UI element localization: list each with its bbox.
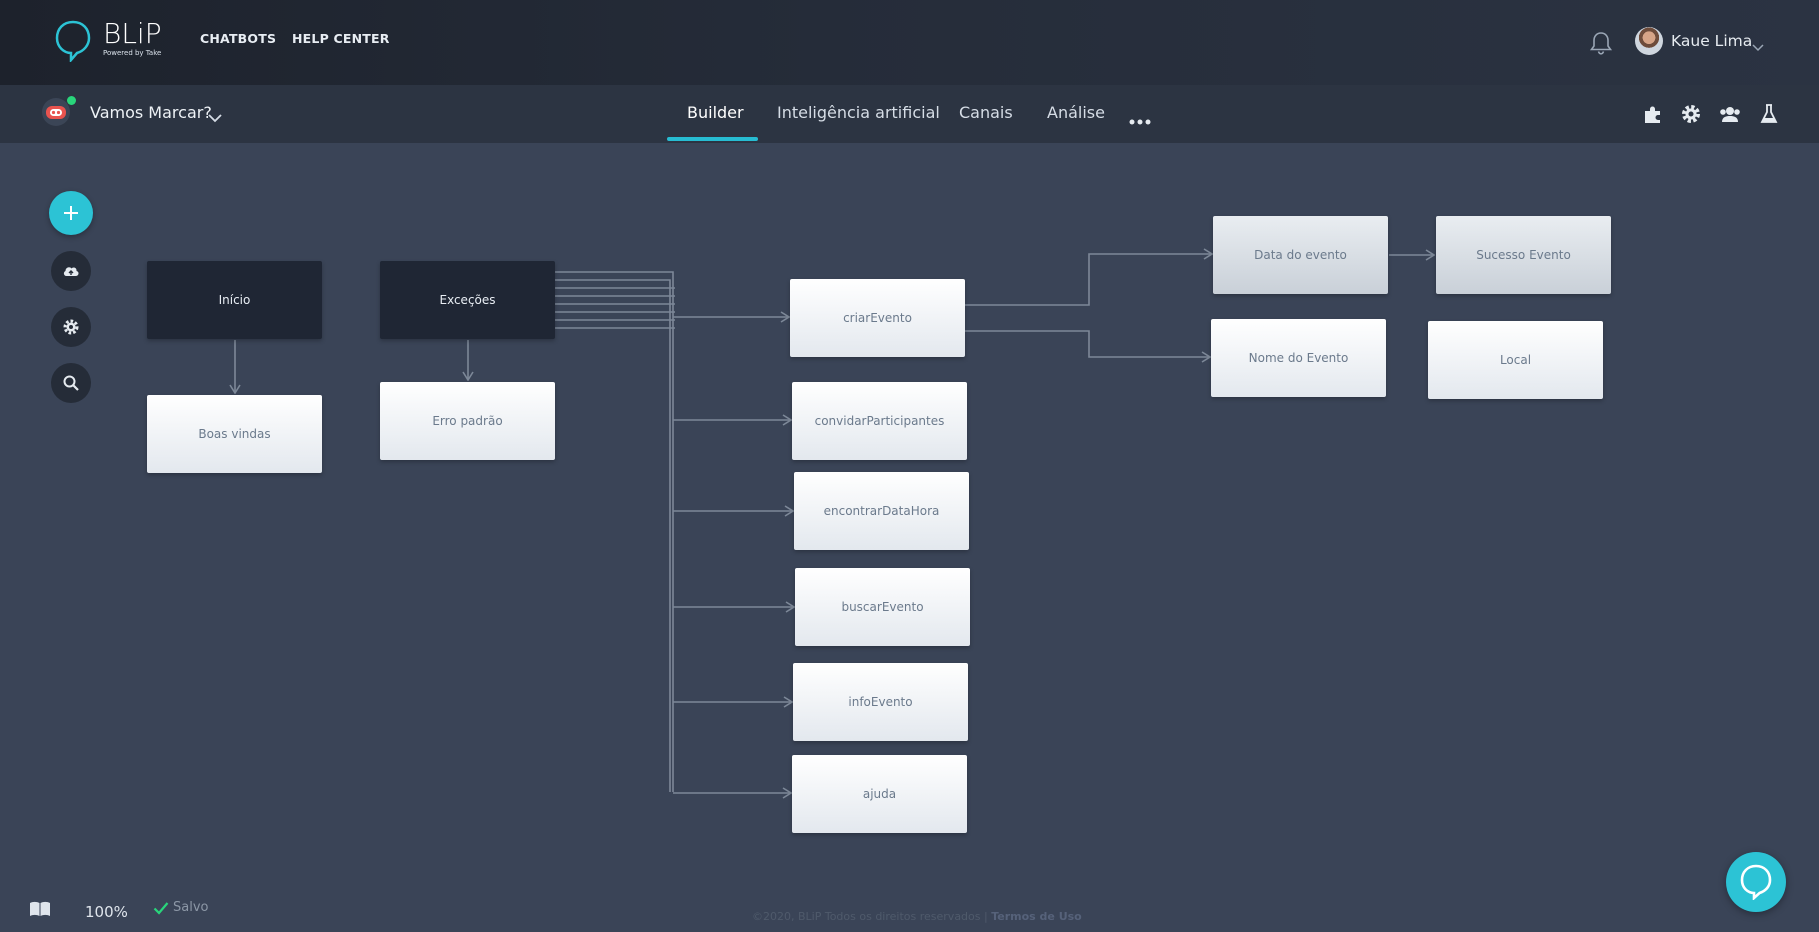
active-tab-indicator [667, 137, 758, 141]
nav-help-center[interactable]: HELP CENTER [292, 31, 390, 46]
footer-copyright: ©2020, BLiP Todos os direitos reservados… [752, 910, 1082, 923]
logo-wordmark: BLiP [103, 17, 162, 50]
plus-icon [64, 206, 78, 220]
block-encontrar-data-hora[interactable]: encontrarDataHora [794, 472, 969, 550]
block-ajuda[interactable]: ajuda [792, 755, 967, 833]
flask-icon[interactable] [1760, 103, 1778, 129]
block-excecoes[interactable]: Exceções [380, 261, 555, 339]
flow-settings-button[interactable] [51, 307, 91, 347]
search-blocks-button[interactable] [51, 363, 91, 403]
terms-link[interactable]: Termos de Uso [991, 910, 1082, 923]
copyright-text: ©2020, BLiP Todos os direitos reservados… [752, 910, 992, 923]
block-data-do-evento[interactable]: Data do evento [1213, 216, 1388, 294]
chat-bubble-icon [1740, 864, 1772, 900]
block-local[interactable]: Local [1428, 321, 1603, 399]
block-boas-vindas[interactable]: Boas vindas [147, 395, 322, 473]
block-buscar-evento[interactable]: buscarEvento [795, 568, 970, 646]
bell-icon[interactable] [1589, 30, 1613, 60]
block-nome-do-evento[interactable]: Nome do Evento [1211, 319, 1386, 397]
nav-chatbots[interactable]: CHATBOTS [200, 31, 276, 46]
robot-icon [46, 106, 66, 119]
save-status: Salvo [173, 900, 209, 915]
avatar[interactable] [1635, 27, 1663, 55]
tab-analise[interactable]: Análise [1047, 103, 1105, 122]
book-icon[interactable] [28, 900, 52, 922]
bot-name[interactable]: Vamos Marcar? [90, 103, 212, 122]
gear-icon[interactable] [1680, 103, 1702, 129]
block-inicio[interactable]: Início [147, 261, 322, 339]
block-erro-padrao[interactable]: Erro padrão [380, 382, 555, 460]
tab-canais[interactable]: Canais [959, 103, 1013, 122]
zoom-level: 100% [85, 903, 128, 921]
check-icon [153, 900, 169, 919]
search-icon [63, 375, 79, 391]
add-block-button[interactable] [49, 191, 93, 235]
chevron-down-icon[interactable] [1752, 37, 1764, 56]
puzzle-icon[interactable] [1642, 103, 1664, 129]
publish-button[interactable] [51, 251, 91, 291]
block-info-evento[interactable]: infoEvento [793, 663, 968, 741]
block-criar-evento[interactable]: criarEvento [790, 279, 965, 357]
help-chat-button[interactable] [1726, 852, 1786, 912]
bot-avatar [42, 98, 70, 126]
cloud-upload-icon [63, 267, 79, 276]
tab-builder[interactable]: Builder [687, 103, 744, 122]
user-name[interactable]: Kaue Lima [1671, 32, 1752, 50]
logo-tagline: Powered by Take [103, 49, 162, 57]
gear-icon [63, 319, 79, 335]
blip-logo-icon [55, 20, 91, 62]
block-convidar-participantes[interactable]: convidarParticipantes [792, 382, 967, 460]
online-status-dot [67, 96, 76, 105]
users-icon[interactable] [1718, 103, 1742, 129]
more-options-icon[interactable] [1129, 110, 1151, 129]
blip-logo[interactable]: BLiP Powered by Take [55, 17, 175, 62]
chevron-down-icon[interactable] [208, 108, 222, 127]
tab-inteligencia-artificial[interactable]: Inteligência artificial [777, 103, 940, 122]
block-sucesso-evento[interactable]: Sucesso Evento [1436, 216, 1611, 294]
